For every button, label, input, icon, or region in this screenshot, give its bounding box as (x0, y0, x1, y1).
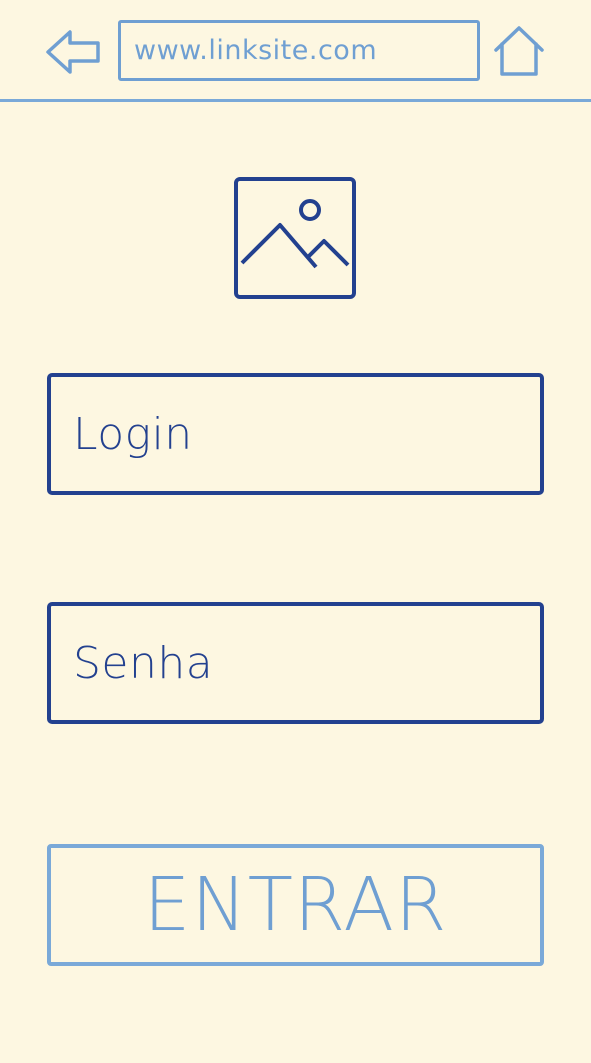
arrow-left-icon[interactable] (44, 26, 104, 78)
login-placeholder: Login (73, 408, 193, 460)
login-screen: www.linksite.com Login Senha ENTRAR (0, 0, 591, 1063)
image-placeholder-icon (234, 177, 356, 299)
url-text: www.linksite.com (134, 35, 378, 66)
password-input[interactable]: Senha (47, 602, 544, 724)
browser-toolbar: www.linksite.com (0, 0, 591, 102)
home-icon[interactable] (492, 24, 546, 78)
password-placeholder: Senha (73, 637, 214, 689)
enter-button-label: ENTRAR (143, 862, 448, 948)
address-bar[interactable]: www.linksite.com (118, 20, 480, 81)
enter-button[interactable]: ENTRAR (47, 844, 544, 966)
login-input[interactable]: Login (47, 373, 544, 495)
